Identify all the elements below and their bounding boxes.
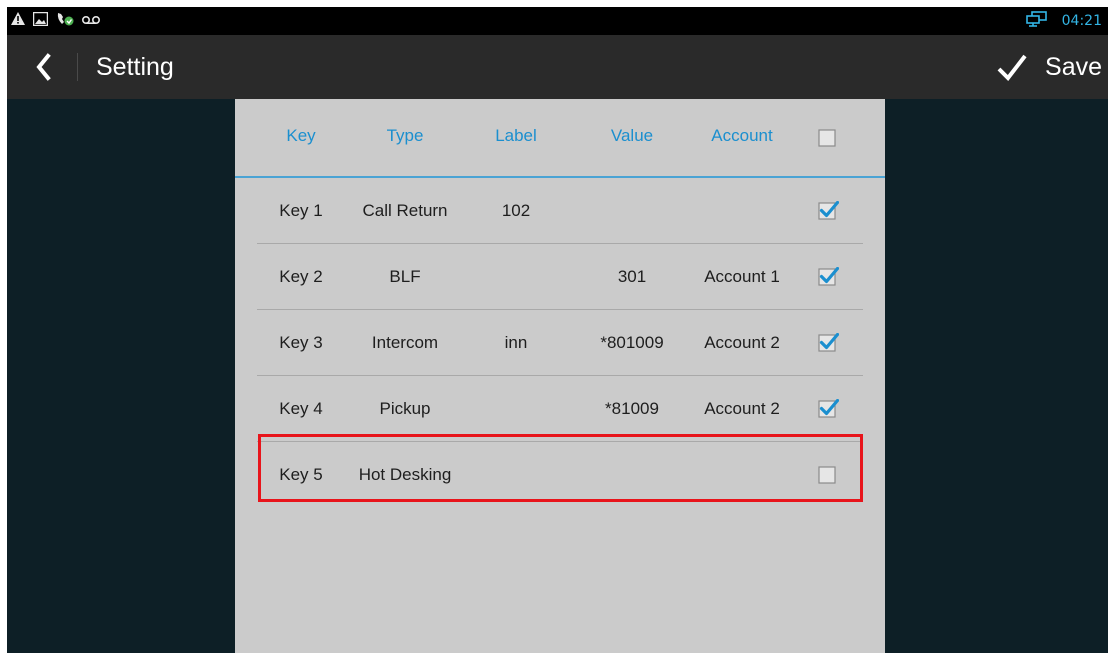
row-key: Key 2 bbox=[279, 265, 322, 289]
row-label: inn bbox=[505, 331, 528, 355]
row-value: 301 bbox=[618, 265, 646, 289]
checkbox-empty-icon bbox=[818, 465, 839, 485]
table-row[interactable]: Key 5 Hot Desking bbox=[257, 442, 863, 508]
row-checkbox[interactable] bbox=[818, 333, 838, 353]
dss-key-table: Key Type Label Value Account Key 1 Call … bbox=[235, 99, 885, 653]
table-row[interactable]: Key 4 Pickup *81009 Account 2 bbox=[257, 376, 863, 442]
row-type: Hot Desking bbox=[359, 463, 452, 487]
column-header-account: Account bbox=[711, 124, 772, 148]
status-right: 04:21 bbox=[1026, 11, 1102, 31]
back-button[interactable] bbox=[33, 51, 55, 83]
column-header-label: Label bbox=[495, 124, 537, 148]
row-key: Key 4 bbox=[279, 397, 322, 421]
select-all-checkbox[interactable] bbox=[818, 128, 838, 148]
save-button[interactable]: Save bbox=[997, 47, 1102, 87]
status-time: 04:21 bbox=[1062, 13, 1102, 29]
checkbox-empty-icon bbox=[818, 128, 839, 148]
table-row[interactable]: Key 1 Call Return 102 bbox=[257, 178, 863, 244]
row-label: 102 bbox=[502, 199, 530, 223]
row-type: Call Return bbox=[362, 199, 447, 223]
status-icons bbox=[11, 12, 100, 30]
action-bar: Setting Save bbox=[7, 35, 1108, 99]
checkbox-checked-icon bbox=[818, 201, 839, 221]
image-icon bbox=[33, 12, 48, 31]
row-account: Account 2 bbox=[704, 331, 780, 355]
row-checkbox[interactable] bbox=[818, 201, 838, 221]
column-header-key: Key bbox=[286, 124, 315, 148]
row-value: *801009 bbox=[600, 331, 663, 355]
row-checkbox[interactable] bbox=[818, 399, 838, 419]
row-checkbox[interactable] bbox=[818, 267, 838, 287]
checkbox-checked-icon bbox=[818, 333, 839, 353]
voicemail-icon bbox=[82, 12, 100, 30]
warning-icon bbox=[11, 12, 25, 30]
row-value: *81009 bbox=[605, 397, 659, 421]
action-bar-divider bbox=[77, 53, 78, 81]
row-key: Key 5 bbox=[279, 463, 322, 487]
row-key: Key 3 bbox=[279, 331, 322, 355]
column-header-value: Value bbox=[611, 124, 653, 148]
row-type: BLF bbox=[389, 265, 420, 289]
column-header-type: Type bbox=[387, 124, 424, 148]
row-type: Pickup bbox=[379, 397, 430, 421]
row-account: Account 2 bbox=[704, 397, 780, 421]
table-row[interactable]: Key 2 BLF 301 Account 1 bbox=[257, 244, 863, 310]
table-header: Key Type Label Value Account bbox=[235, 99, 885, 178]
call-forward-icon bbox=[56, 11, 74, 32]
checkbox-checked-icon bbox=[818, 399, 839, 419]
row-checkbox[interactable] bbox=[818, 465, 838, 485]
checkmark-icon bbox=[997, 53, 1027, 81]
row-key: Key 1 bbox=[279, 199, 322, 223]
row-type: Intercom bbox=[372, 331, 438, 355]
row-account: Account 1 bbox=[704, 265, 780, 289]
chevron-left-icon bbox=[33, 51, 55, 83]
table-row[interactable]: Key 3 Intercom inn *801009 Account 2 bbox=[257, 310, 863, 376]
checkbox-checked-icon bbox=[818, 267, 839, 287]
page-title: Setting bbox=[96, 51, 174, 83]
phone-screen: 04:21 Setting Save Key Type Label Value … bbox=[7, 7, 1108, 653]
save-label: Save bbox=[1045, 53, 1102, 82]
network-icon bbox=[1026, 11, 1048, 32]
status-bar: 04:21 bbox=[7, 7, 1108, 35]
